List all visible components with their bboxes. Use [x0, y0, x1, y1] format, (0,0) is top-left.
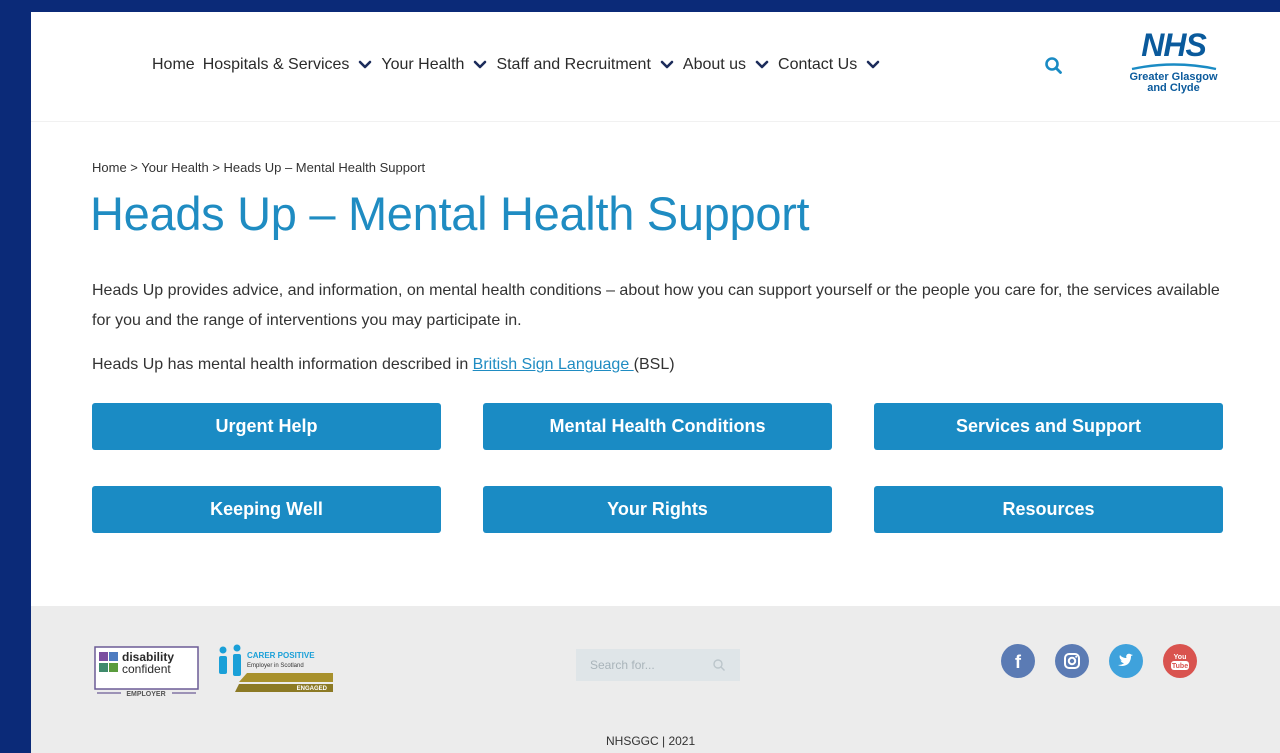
copyright: NHSGGC | 2021 — [606, 734, 696, 748]
nhs-logo[interactable]: NHS Greater Glasgow and Clyde — [1116, 28, 1231, 106]
keeping-well-button[interactable]: Keeping Well — [92, 486, 441, 533]
bsl-paragraph: Heads Up has mental health information d… — [92, 356, 675, 374]
instagram-icon[interactable] — [1055, 644, 1089, 678]
breadcrumb: Home > Your Health > Heads Up – Mental H… — [92, 160, 426, 175]
chevron-down-icon — [474, 60, 487, 69]
main-nav: Home Hospitals & Services Your Health St… — [152, 56, 889, 74]
nav-item-label: Hospitals & Services — [202, 56, 350, 73]
mental-health-conditions-button[interactable]: Mental Health Conditions — [483, 403, 832, 450]
bsl-prefix: Heads Up has mental health information d… — [92, 356, 473, 373]
bsl-suffix: (BSL) — [633, 356, 675, 373]
twitter-glyph — [1118, 653, 1133, 666]
nav-item-staff-recruitment[interactable]: Staff and Recruitment — [496, 56, 674, 74]
cp-line1: CARER POSITIVE — [247, 651, 315, 660]
nav-item-label: Home — [152, 56, 195, 73]
footer-search-input[interactable]: Search for... — [576, 649, 740, 681]
nav-item-about-us[interactable]: About us — [683, 56, 770, 74]
nav-item-your-health[interactable]: Your Health — [381, 56, 488, 74]
cp-line2: Employer in Scotland — [247, 663, 304, 669]
nav-item-contact-us[interactable]: Contact Us — [778, 56, 881, 74]
chevron-down-icon — [660, 60, 674, 69]
dc-line3: EMPLOYER — [126, 691, 165, 698]
chevron-down-icon — [866, 60, 880, 69]
services-and-support-button[interactable]: Services and Support — [874, 403, 1223, 450]
your-rights-button[interactable]: Your Rights — [483, 486, 832, 533]
urgent-help-button[interactable]: Urgent Help — [92, 403, 441, 450]
intro-paragraph: Heads Up provides advice, and informatio… — [92, 282, 1220, 329]
page-title: Heads Up – Mental Health Support — [90, 187, 810, 240]
cp-line3: ENGAGED — [297, 686, 328, 692]
nav-item-label: Contact Us — [778, 56, 858, 73]
svg-text:You: You — [1174, 654, 1187, 661]
nav-item-label: Your Health — [381, 56, 465, 73]
disability-confident-badge[interactable]: disability confident EMPLOYER — [94, 646, 199, 700]
resources-button[interactable]: Resources — [874, 486, 1223, 533]
nav-item-label: Staff and Recruitment — [496, 56, 651, 73]
youtube-glyph: You Tube — [1171, 654, 1189, 670]
search-icon[interactable] — [1044, 56, 1064, 76]
logo-nhs-text: NHS — [1141, 27, 1207, 63]
chevron-down-icon — [359, 60, 372, 69]
search-icon[interactable] — [712, 658, 726, 672]
chevron-down-icon — [755, 60, 769, 69]
nav-item-label: About us — [682, 56, 747, 73]
svg-text:Tube: Tube — [1172, 663, 1188, 670]
facebook-icon[interactable]: f — [1001, 644, 1035, 678]
carer-positive-badge[interactable]: CARER POSITIVE Employer in Scotland ENGA… — [217, 644, 335, 700]
bsl-link[interactable]: British Sign Language — [473, 356, 634, 373]
site-footer: disability confident EMPLOYER CARER POSI… — [31, 606, 1280, 753]
page: Home Hospitals & Services Your Health St… — [31, 12, 1280, 753]
dc-line2: confident — [122, 662, 171, 676]
twitter-icon[interactable] — [1109, 644, 1143, 678]
facebook-glyph: f — [1015, 652, 1022, 672]
nav-item-home[interactable]: Home — [152, 56, 195, 74]
logo-line2: and Clyde — [1147, 82, 1200, 94]
nav-item-hospitals-services[interactable]: Hospitals & Services — [203, 56, 374, 74]
instagram-glyph — [1064, 653, 1080, 669]
youtube-icon[interactable]: You Tube — [1163, 644, 1197, 678]
site-header: Home Hospitals & Services Your Health St… — [31, 12, 1280, 122]
svg-text:f: f — [1015, 652, 1022, 672]
footer-search-placeholder: Search for... — [590, 658, 655, 672]
